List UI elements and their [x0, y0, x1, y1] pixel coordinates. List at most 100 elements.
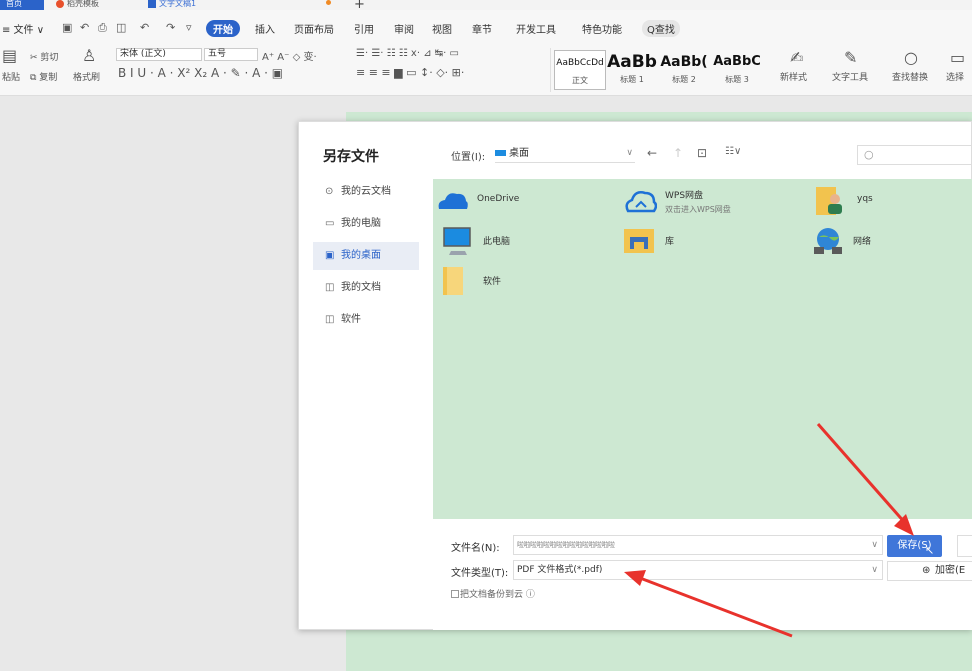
style-heading-2-sample: AaBb(: [660, 54, 708, 70]
font-size-select[interactable]: 五号: [204, 48, 258, 61]
paste-icon[interactable]: ▤: [2, 46, 17, 65]
checkbox-icon: [451, 590, 459, 598]
backup-checkbox[interactable]: 把文档备份到云 ⓘ: [451, 587, 535, 600]
location-label: 位置(I):: [451, 152, 486, 163]
format-painter-icon[interactable]: ♙: [82, 46, 96, 65]
menu-references[interactable]: 引用: [354, 21, 374, 36]
print-icon[interactable]: ⎙: [98, 21, 107, 35]
up-arrow-icon[interactable]: ↑: [673, 146, 683, 160]
sidebar-item-my-documents[interactable]: ◫ 我的文档: [313, 274, 419, 302]
file-name: yqs: [857, 194, 873, 204]
filetype-select[interactable]: PDF 文件格式(*.pdf) ∨: [513, 560, 883, 580]
style-heading-3-sample: AaBbC: [713, 54, 761, 69]
search-icon: ○: [864, 148, 874, 161]
menu-chapter[interactable]: 章节: [472, 21, 492, 36]
font-format-icons[interactable]: B I U · A · X² X₂ A · ✎ · A · ▣: [118, 66, 283, 80]
sidebar-item-cloud-docs[interactable]: ⊙ 我的云文档: [313, 178, 419, 206]
font-name-select[interactable]: 宋体 (正文): [116, 48, 202, 61]
text-tool-icon[interactable]: ✎: [844, 48, 857, 67]
align-icons[interactable]: ≡ ≡ ≡ ▆ ▭ ↕· ◇· ⊞·: [356, 66, 464, 79]
style-heading-2-label: 标题 2: [672, 75, 696, 84]
menu-start[interactable]: 开始: [206, 20, 240, 37]
ribbon-divider: [550, 48, 551, 92]
tab-home[interactable]: 首页: [0, 0, 44, 10]
onedrive-icon: [438, 193, 468, 209]
style-heading-2[interactable]: AaBb( 标题 2: [658, 50, 710, 90]
menu-bar: ≡ 文件 ∨ ▣ ↶ ⎙ ◫ ↶ ↷ ▿ 开始 插入 页面布局 引用 审阅 视图…: [0, 10, 972, 44]
search-input[interactable]: ○: [857, 145, 972, 165]
menu-view[interactable]: 视图: [432, 21, 452, 36]
tab-template-label: 稻壳模板: [67, 0, 99, 8]
select-label[interactable]: 选择: [946, 70, 964, 83]
find-replace-icon[interactable]: ○: [904, 48, 918, 67]
file-name: 此电脑: [483, 237, 511, 247]
location-value: 桌面: [509, 148, 529, 159]
style-heading-3[interactable]: AaBbC 标题 3: [710, 50, 764, 90]
font-name-value: 宋体 (正文): [120, 49, 166, 59]
sidebar-item-my-computer[interactable]: ▭ 我的电脑: [313, 210, 419, 238]
file-item-wps-cloud[interactable]: WPS网盘 双击进入WPS网盘: [623, 185, 773, 217]
redo-icon[interactable]: ↷: [166, 21, 175, 34]
desktop-icon: ▣: [325, 250, 335, 261]
chevron-down-icon: ∨: [871, 540, 878, 550]
network-icon: [814, 228, 842, 254]
new-style-icon[interactable]: ✍: [790, 48, 803, 67]
file-item-onedrive[interactable]: OneDrive: [435, 185, 555, 217]
shield-icon: ⊛: [922, 565, 931, 576]
style-normal[interactable]: AaBbCcDd 正文: [554, 50, 606, 90]
encrypt-label: 加密(E: [935, 565, 966, 576]
cut-label: 剪切: [40, 53, 59, 63]
save-icon[interactable]: ▣: [62, 21, 72, 34]
new-folder-icon[interactable]: ⊡: [697, 146, 707, 160]
menu-review[interactable]: 审阅: [394, 21, 414, 36]
menu-search[interactable]: Q查找: [642, 20, 680, 37]
menu-file[interactable]: ≡ 文件 ∨: [2, 21, 44, 36]
format-painter-label[interactable]: 格式刷: [73, 70, 100, 83]
sidebar-item-software[interactable]: ◫ 软件: [313, 306, 419, 334]
paste-label[interactable]: 粘贴: [2, 70, 20, 83]
cut-button[interactable]: ✂ 剪切: [30, 50, 58, 63]
print-preview-icon[interactable]: ◫: [116, 21, 126, 34]
new-style-label[interactable]: 新样式: [780, 70, 807, 83]
select-icon[interactable]: ▭: [950, 48, 965, 67]
unsaved-dot: [326, 0, 331, 5]
file-subtitle: 双击进入WPS网盘: [665, 205, 731, 214]
quick-access-dropdown-icon[interactable]: ▿: [186, 21, 192, 34]
list-icons[interactable]: ☰· ☰· ☷ ☷ ⅹ· ⊿ ↹· ▭: [356, 48, 459, 59]
undo-icon[interactable]: ↶: [140, 21, 149, 34]
file-list: OneDrive WPS网盘 双击进入WPS网盘 yqs 此电脑 库 网络 软件: [433, 179, 972, 519]
menu-insert[interactable]: 插入: [255, 21, 275, 36]
font-grow-shrink-icons[interactable]: A⁺ A⁻ ◇ 变·: [262, 48, 317, 63]
filetype-label: 文件类型(T):: [451, 568, 509, 579]
filetype-value: PDF 文件格式(*.pdf): [517, 565, 603, 575]
title-tab-bar: 首页 稻壳模板 文字文稿1 +: [0, 0, 972, 12]
sidebar-item-label: 我的桌面: [341, 250, 381, 261]
style-heading-1[interactable]: AaBb 标题 1: [606, 50, 658, 90]
tab-template[interactable]: 稻壳模板: [56, 0, 136, 10]
font-size-value: 五号: [208, 49, 227, 59]
mouse-cursor-icon: ↖: [925, 544, 935, 557]
menu-page-layout[interactable]: 页面布局: [294, 21, 334, 36]
export-icon[interactable]: ↶: [80, 21, 89, 34]
file-item-library[interactable]: 库: [623, 225, 723, 257]
find-replace-label[interactable]: 查找替换: [892, 70, 928, 83]
file-item-this-pc[interactable]: 此电脑: [441, 225, 551, 257]
back-arrow-icon[interactable]: ←: [647, 146, 657, 160]
filename-input[interactable]: 啦啦啦啦啦啦啦啦啦啦啦啦啦啦啦 ∨: [513, 535, 883, 555]
tab-document[interactable]: 文字文稿1: [148, 0, 218, 10]
menu-special[interactable]: 特色功能: [582, 21, 622, 36]
encrypt-button[interactable]: ⊛ 加密(E: [887, 561, 972, 581]
ribbon: ▤ 粘贴 ✂ 剪切 ⧉ 复制 ♙ 格式刷 宋体 (正文) 五号 A⁺ A⁻ ◇ …: [0, 44, 972, 96]
sidebar-item-desktop[interactable]: ▣ 我的桌面: [313, 242, 419, 270]
view-mode-icon[interactable]: ☷∨: [725, 146, 741, 157]
menu-developer[interactable]: 开发工具: [516, 21, 556, 36]
location-select[interactable]: 桌面 ∨: [495, 144, 635, 163]
file-item-network[interactable]: 网络: [811, 225, 911, 257]
copy-button[interactable]: ⧉ 复制: [30, 70, 57, 83]
file-name: 软件: [483, 277, 502, 287]
desktop-icon: [495, 150, 506, 156]
file-item-software[interactable]: 软件: [441, 265, 541, 297]
cancel-button[interactable]: [957, 535, 972, 557]
text-tool-label[interactable]: 文字工具: [832, 70, 868, 83]
file-item-yqs[interactable]: yqs: [815, 185, 915, 217]
